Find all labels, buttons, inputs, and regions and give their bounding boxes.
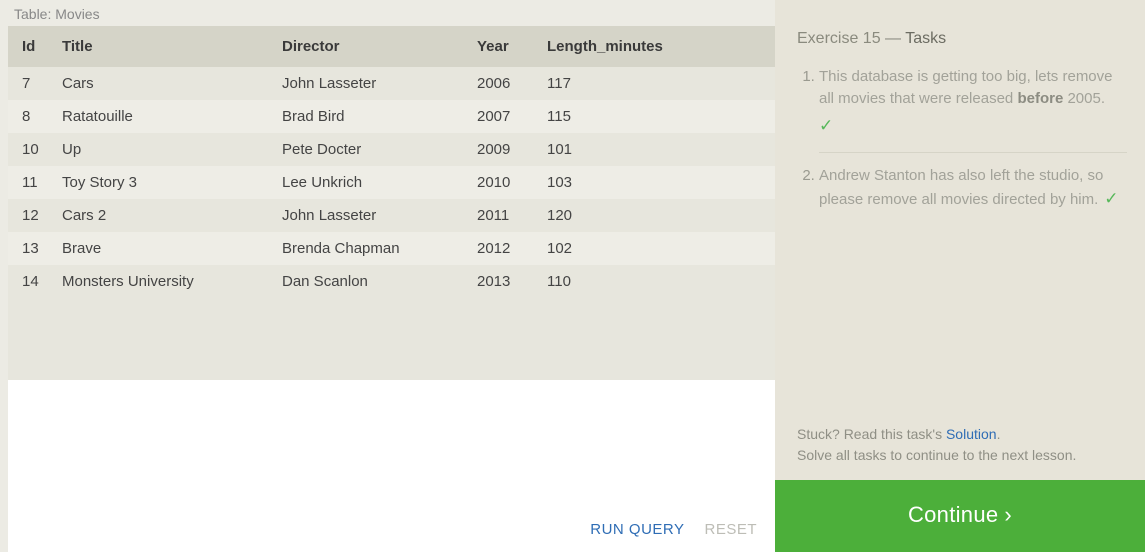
chevron-right-icon: › <box>1004 502 1012 527</box>
continue-button[interactable]: Continue› <box>775 480 1145 552</box>
cell-length: 110 <box>539 265 775 298</box>
cell-director: Brad Bird <box>274 100 469 133</box>
cell-id: 13 <box>8 232 54 265</box>
table-row: 8RatatouilleBrad Bird2007115 <box>8 100 775 133</box>
cell-director: John Lasseter <box>274 199 469 232</box>
task-item: This database is getting too big, lets r… <box>819 62 1127 153</box>
col-director: Director <box>274 26 469 67</box>
stuck-text-suffix: . <box>997 426 1001 442</box>
table-scroll[interactable]: Id Title Director Year Length_minutes 7C… <box>8 26 775 380</box>
table-label: Table: Movies <box>8 0 775 26</box>
cell-director: Dan Scanlon <box>274 265 469 298</box>
run-query-button[interactable]: RUN QUERY <box>590 521 684 538</box>
cell-title: Toy Story 3 <box>54 166 274 199</box>
tasks-heading-prefix: Exercise 15 — <box>797 30 905 47</box>
cell-year: 2013 <box>469 265 539 298</box>
cell-director: Pete Docter <box>274 133 469 166</box>
cell-director: Brenda Chapman <box>274 232 469 265</box>
cell-director: John Lasseter <box>274 67 469 100</box>
cell-title: Brave <box>54 232 274 265</box>
col-length: Length_minutes <box>539 26 775 67</box>
cell-id: 8 <box>8 100 54 133</box>
continue-label: Continue <box>908 502 998 527</box>
query-editor[interactable]: RUN QUERY RESET <box>8 380 775 552</box>
cell-title: Ratatouille <box>54 100 274 133</box>
cell-id: 10 <box>8 133 54 166</box>
col-title: Title <box>54 26 274 67</box>
cell-length: 117 <box>539 67 775 100</box>
table-row: 11Toy Story 3Lee Unkrich2010103 <box>8 166 775 199</box>
cell-title: Up <box>54 133 274 166</box>
movies-table: Id Title Director Year Length_minutes 7C… <box>8 26 775 298</box>
cell-year: 2010 <box>469 166 539 199</box>
table-row: 13BraveBrenda Chapman2012102 <box>8 232 775 265</box>
solve-all-text: Solve all tasks to continue to the next … <box>797 445 1123 466</box>
reset-button[interactable]: RESET <box>704 521 757 538</box>
task-text: Andrew Stanton has also left the studio,… <box>819 167 1103 208</box>
cell-year: 2011 <box>469 199 539 232</box>
cell-id: 14 <box>8 265 54 298</box>
table-row: 7CarsJohn Lasseter2006117 <box>8 67 775 100</box>
cell-title: Cars 2 <box>54 199 274 232</box>
col-id: Id <box>8 26 54 67</box>
table-row: 14Monsters UniversityDan Scanlon2013110 <box>8 265 775 298</box>
cell-length: 102 <box>539 232 775 265</box>
cell-year: 2006 <box>469 67 539 100</box>
cell-length: 120 <box>539 199 775 232</box>
cell-length: 101 <box>539 133 775 166</box>
check-icon: ✓ <box>819 114 1127 139</box>
cell-id: 11 <box>8 166 54 199</box>
cell-year: 2012 <box>469 232 539 265</box>
col-year: Year <box>469 26 539 67</box>
check-icon: ✓ <box>1104 189 1118 208</box>
cell-director: Lee Unkrich <box>274 166 469 199</box>
stuck-text-prefix: Stuck? Read this task's <box>797 426 946 442</box>
footer-hints: Stuck? Read this task's Solution. Solve … <box>775 424 1145 480</box>
cell-id: 12 <box>8 199 54 232</box>
solution-link[interactable]: Solution <box>946 426 997 442</box>
cell-id: 7 <box>8 67 54 100</box>
task-item: Andrew Stanton has also left the studio,… <box>819 161 1127 225</box>
cell-length: 115 <box>539 100 775 133</box>
cell-year: 2009 <box>469 133 539 166</box>
cell-title: Cars <box>54 67 274 100</box>
task-list: This database is getting too big, lets r… <box>797 62 1127 226</box>
task-text: This database is getting too big, lets r… <box>819 68 1113 107</box>
cell-year: 2007 <box>469 100 539 133</box>
table-area: Id Title Director Year Length_minutes 7C… <box>8 26 775 380</box>
table-row: 10UpPete Docter2009101 <box>8 133 775 166</box>
cell-length: 103 <box>539 166 775 199</box>
tasks-heading-label: Tasks <box>905 30 946 47</box>
cell-title: Monsters University <box>54 265 274 298</box>
tasks-heading: Exercise 15 — Tasks <box>797 30 1127 48</box>
table-row: 12Cars 2John Lasseter2011120 <box>8 199 775 232</box>
